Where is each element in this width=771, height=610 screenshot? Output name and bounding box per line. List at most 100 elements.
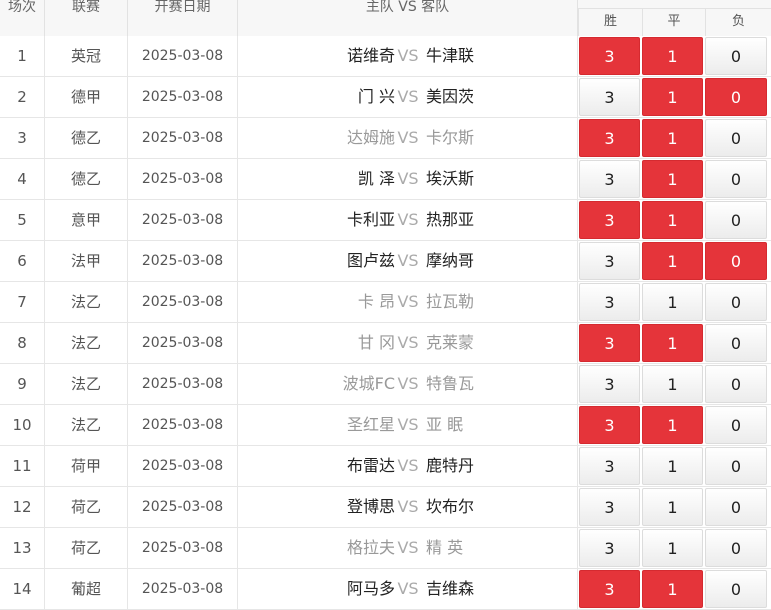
league-name[interactable]: 法甲 [45,241,128,281]
away-team[interactable]: 牛津联 [426,36,474,76]
lose-odds-button[interactable]: 0 [705,119,767,157]
win-odds-button[interactable]: 3 [579,488,640,526]
home-team[interactable]: 诺维奇 [347,36,395,76]
lose-odds-button[interactable]: 0 [705,78,767,116]
lose-odds-button[interactable]: 0 [705,406,767,444]
home-team[interactable]: 甘 冈 [358,323,395,363]
win-odds-button[interactable]: 3 [579,160,640,198]
league-name[interactable]: 葡超 [45,569,128,609]
league-name[interactable]: 法乙 [45,323,128,363]
lose-odds-button[interactable]: 0 [705,365,767,403]
draw-odds-button[interactable]: 1 [642,242,703,280]
away-team[interactable]: 埃沃斯 [426,159,474,199]
match-date: 2025-03-08 [128,405,238,445]
home-team[interactable]: 图卢兹 [347,241,395,281]
win-odds-button[interactable]: 3 [579,37,640,75]
lose-odds-button[interactable]: 0 [705,570,767,608]
win-odds-button[interactable]: 3 [579,324,640,362]
away-team[interactable]: 特鲁瓦 [426,364,474,404]
draw-odds-button[interactable]: 1 [642,160,703,198]
home-team[interactable]: 格拉夫 [347,528,395,568]
lose-odds-button[interactable]: 0 [705,447,767,485]
match-date: 2025-03-08 [128,118,238,158]
away-team[interactable]: 克莱蒙 [426,323,474,363]
match-number: 10 [0,405,45,445]
table-row: 10 法乙 2025-03-08 圣红星 VS 亚 眠310 [0,405,771,446]
teams-cell: 甘 冈 VS 克莱蒙 [238,323,578,363]
draw-odds-button[interactable]: 1 [642,365,703,403]
draw-odds-button[interactable]: 1 [642,488,703,526]
win-odds-button[interactable]: 3 [579,529,640,567]
teams-cell: 布雷达 VS 鹿特丹 [238,446,578,486]
draw-odds-button[interactable]: 1 [642,570,703,608]
league-name[interactable]: 荷甲 [45,446,128,486]
league-name[interactable]: 荷乙 [45,487,128,527]
league-name[interactable]: 法乙 [45,405,128,445]
home-team[interactable]: 布雷达 [347,446,395,486]
draw-odds-button[interactable]: 1 [642,406,703,444]
away-team[interactable]: 热那亚 [426,200,474,240]
draw-odds-button[interactable]: 1 [642,447,703,485]
draw-odds-button[interactable]: 1 [642,37,703,75]
home-team[interactable]: 凯 泽 [358,159,395,199]
home-team[interactable]: 波城FC [343,364,395,404]
teams-cell: 卡利亚 VS 热那亚 [238,200,578,240]
draw-odds-button[interactable]: 1 [642,201,703,239]
home-team[interactable]: 圣红星 [347,405,395,445]
lose-odds-button[interactable]: 0 [705,242,767,280]
league-name[interactable]: 德乙 [45,118,128,158]
teams-cell: 达姆施 VS 卡尔斯 [238,118,578,158]
win-odds-button[interactable]: 3 [579,406,640,444]
match-date: 2025-03-08 [128,364,238,404]
win-odds-button[interactable]: 3 [579,570,640,608]
draw-odds-button[interactable]: 1 [642,78,703,116]
win-odds-button[interactable]: 3 [579,447,640,485]
lose-odds-button[interactable]: 0 [705,160,767,198]
away-team[interactable]: 卡尔斯 [426,118,474,158]
lose-odds-button[interactable]: 0 [705,324,767,362]
win-odds-button[interactable]: 3 [579,78,640,116]
lose-odds-button[interactable]: 0 [705,529,767,567]
header-teams: 主队 VS 客队 [238,0,578,36]
league-name[interactable]: 德甲 [45,77,128,117]
home-team[interactable]: 门 兴 [358,77,395,117]
match-date: 2025-03-08 [128,446,238,486]
lose-odds-button[interactable]: 0 [705,283,767,321]
away-team[interactable]: 坎布尔 [426,487,474,527]
away-team[interactable]: 拉瓦勒 [426,282,474,322]
away-team[interactable]: 吉维森 [426,569,474,609]
league-name[interactable]: 德乙 [45,159,128,199]
draw-odds-button[interactable]: 1 [642,119,703,157]
draw-odds-button[interactable]: 1 [642,283,703,321]
win-odds-button[interactable]: 3 [579,365,640,403]
league-name[interactable]: 荷乙 [45,528,128,568]
league-name[interactable]: 意甲 [45,200,128,240]
home-team[interactable]: 登博思 [347,487,395,527]
league-name[interactable]: 英冠 [45,36,128,76]
match-date: 2025-03-08 [128,200,238,240]
win-odds-button[interactable]: 3 [579,201,640,239]
home-team[interactable]: 卡 昂 [358,282,395,322]
lose-odds-button[interactable]: 0 [705,488,767,526]
header-lose: 负 [705,8,771,36]
lose-odds-button[interactable]: 0 [705,37,767,75]
lose-odds-button[interactable]: 0 [705,201,767,239]
away-team[interactable]: 精 英 [426,528,463,568]
away-team[interactable]: 美因茨 [426,77,474,117]
home-team[interactable]: 卡利亚 [347,200,395,240]
away-team[interactable]: 鹿特丹 [426,446,474,486]
win-odds-button[interactable]: 3 [579,119,640,157]
teams-cell: 波城FC VS 特鲁瓦 [238,364,578,404]
away-team[interactable]: 摩纳哥 [426,241,474,281]
home-team[interactable]: 阿马多 [347,569,395,609]
home-team[interactable]: 达姆施 [347,118,395,158]
table-row: 9 法乙 2025-03-08 波城FC VS 特鲁瓦 3 1 0 [0,364,771,405]
win-odds-button[interactable]: 3 [579,283,640,321]
league-name[interactable]: 法乙 [45,282,128,322]
draw-odds-button[interactable]: 1 [642,324,703,362]
away-team[interactable]: 亚 眠 [426,405,463,445]
table-row: 5 意甲 2025-03-08 卡利亚 VS 热那亚 3 1 0 [0,200,771,241]
league-name[interactable]: 法乙 [45,364,128,404]
draw-odds-button[interactable]: 1 [642,529,703,567]
win-odds-button[interactable]: 3 [579,242,640,280]
